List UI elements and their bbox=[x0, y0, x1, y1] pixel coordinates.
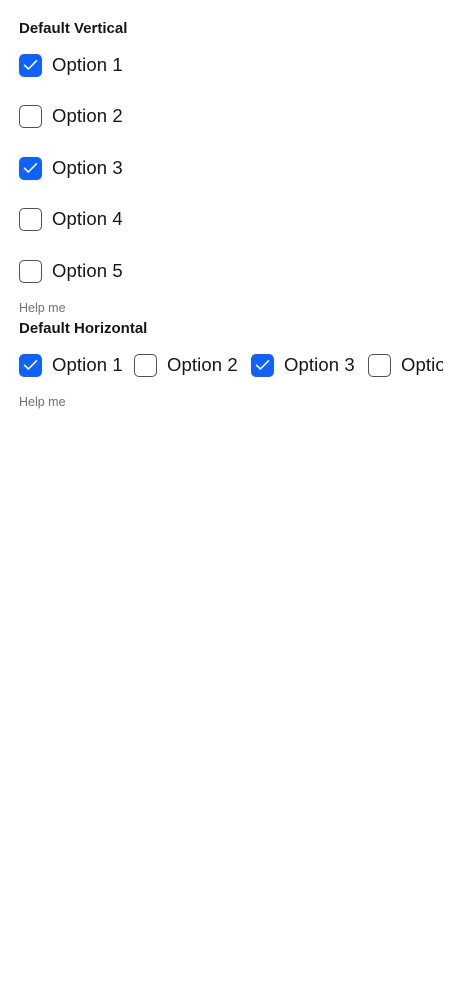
horizontal-option-4[interactable]: Option 4 bbox=[368, 353, 443, 377]
checked-checkbox-icon[interactable] bbox=[251, 353, 274, 377]
checked-checkbox-icon[interactable] bbox=[19, 156, 42, 180]
vertical-option-3[interactable]: Option 3 bbox=[19, 156, 123, 180]
unchecked-checkbox-icon[interactable] bbox=[134, 353, 157, 377]
vertical-help-text: Help me bbox=[19, 301, 66, 315]
horizontal-option-1[interactable]: Option 1 bbox=[19, 353, 123, 377]
vertical-option-3-label: Option 3 bbox=[52, 157, 123, 178]
unchecked-checkbox-icon[interactable] bbox=[19, 259, 42, 283]
horizontal-help-text: Help me bbox=[19, 395, 66, 409]
vertical-option-2-label: Option 2 bbox=[52, 105, 123, 126]
horizontal-option-2[interactable]: Option 2 bbox=[134, 353, 238, 377]
vertical-group-title: Default Vertical bbox=[19, 20, 128, 37]
horizontal-option-1-label: Option 1 bbox=[52, 354, 123, 375]
vertical-option-1-label: Option 1 bbox=[52, 54, 123, 75]
horizontal-options-row: Option 1 Option 2 Option 3 Option 4 bbox=[0, 350, 443, 380]
checked-checkbox-icon[interactable] bbox=[19, 353, 42, 377]
vertical-option-2[interactable]: Option 2 bbox=[19, 104, 123, 128]
vertical-option-5[interactable]: Option 5 bbox=[19, 259, 123, 283]
horizontal-option-3-label: Option 3 bbox=[284, 354, 355, 375]
horizontal-option-3[interactable]: Option 3 bbox=[251, 353, 355, 377]
vertical-option-1[interactable]: Option 1 bbox=[19, 53, 123, 77]
unchecked-checkbox-icon[interactable] bbox=[19, 104, 42, 128]
horizontal-option-2-label: Option 2 bbox=[167, 354, 238, 375]
unchecked-checkbox-icon[interactable] bbox=[19, 207, 42, 231]
vertical-option-4[interactable]: Option 4 bbox=[19, 207, 123, 231]
horizontal-option-4-label: Option 4 bbox=[401, 354, 443, 375]
checked-checkbox-icon[interactable] bbox=[19, 53, 42, 77]
horizontal-group-title: Default Horizontal bbox=[19, 320, 148, 337]
vertical-option-4-label: Option 4 bbox=[52, 208, 123, 229]
unchecked-checkbox-icon[interactable] bbox=[368, 353, 391, 377]
vertical-option-5-label: Option 5 bbox=[52, 260, 123, 281]
